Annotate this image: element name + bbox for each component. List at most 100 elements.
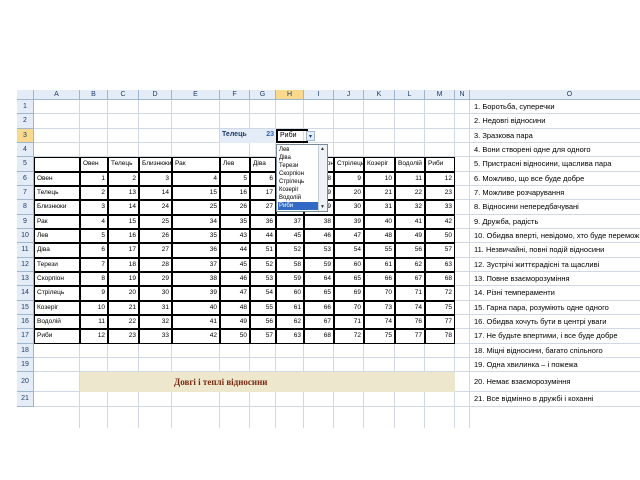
description-item[interactable]: 4. Вони створені одне для одного	[472, 143, 640, 157]
lookup-label[interactable]: Телець	[220, 128, 250, 143]
description-item[interactable]: 2. Недовгі відносини	[472, 114, 640, 128]
table-cell[interactable]: 49	[395, 228, 425, 244]
row-header-11[interactable]: 11	[17, 243, 34, 258]
table-cell[interactable]: 22	[108, 314, 139, 330]
table-cell[interactable]: 5	[220, 171, 250, 186]
table-row-label[interactable]: Лев	[34, 228, 80, 244]
table-cell[interactable]: 50	[220, 329, 250, 344]
description-item[interactable]: 7. Можливе розчарування	[472, 186, 640, 200]
chevron-down-icon[interactable]: ▾	[306, 130, 315, 141]
table-cell[interactable]: 6	[250, 171, 276, 186]
table-row-label[interactable]: Козеріг	[34, 300, 80, 315]
table-cell[interactable]: 62	[395, 257, 425, 272]
table-row-label[interactable]: Водолій	[34, 314, 80, 330]
table-cell[interactable]: 7	[80, 257, 108, 272]
dropdown-option[interactable]: Козеріг	[278, 186, 319, 194]
table-cell[interactable]: 24	[139, 200, 172, 215]
table-cell[interactable]: 63	[276, 329, 304, 344]
result-text[interactable]: Довгі і теплі відносини	[172, 372, 372, 392]
table-cell[interactable]: 70	[334, 300, 364, 315]
table-cell[interactable]: 57	[425, 243, 455, 258]
table-corner-cell[interactable]	[34, 157, 80, 172]
table-cell[interactable]: 65	[304, 286, 334, 301]
table-cell[interactable]: 44	[250, 228, 276, 244]
table-cell[interactable]: 51	[250, 243, 276, 258]
table-cell[interactable]: 40	[172, 300, 220, 315]
table-header-4[interactable]: Рак	[172, 157, 220, 172]
column-header-b[interactable]: B	[80, 90, 108, 100]
table-cell[interactable]: 10	[364, 171, 395, 186]
description-item[interactable]: 20. Немає взаєморозуміння	[472, 372, 640, 392]
table-cell[interactable]: 55	[364, 243, 395, 258]
table-cell[interactable]: 1	[80, 171, 108, 186]
column-header-n[interactable]: N	[455, 90, 470, 100]
table-cell[interactable]: 20	[334, 185, 364, 201]
table-cell[interactable]: 41	[395, 214, 425, 229]
description-item[interactable]: 3. Зразкова пара	[472, 129, 640, 143]
table-cell[interactable]: 60	[334, 257, 364, 272]
table-cell[interactable]: 30	[139, 286, 172, 301]
table-cell[interactable]: 71	[395, 286, 425, 301]
table-cell[interactable]: 53	[250, 271, 276, 287]
table-cell[interactable]: 11	[80, 314, 108, 330]
table-cell[interactable]: 76	[395, 314, 425, 330]
table-cell[interactable]: 67	[304, 314, 334, 330]
table-cell[interactable]: 60	[276, 286, 304, 301]
table-cell[interactable]: 62	[276, 314, 304, 330]
description-item[interactable]: 18. Міцні відносини, багато спільного	[472, 344, 640, 358]
table-cell[interactable]: 45	[220, 257, 250, 272]
table-cell[interactable]: 16	[108, 228, 139, 244]
table-cell[interactable]: 52	[276, 243, 304, 258]
table-cell[interactable]: 6	[80, 243, 108, 258]
table-cell[interactable]: 48	[364, 228, 395, 244]
table-cell[interactable]: 72	[425, 286, 455, 301]
description-item[interactable]: 6. Можливо, що все буде добре	[472, 172, 640, 186]
table-cell[interactable]: 72	[334, 329, 364, 344]
table-cell[interactable]: 28	[139, 257, 172, 272]
table-cell[interactable]: 78	[425, 329, 455, 344]
table-cell[interactable]: 68	[304, 329, 334, 344]
row-header-3[interactable]: 3	[17, 128, 34, 143]
table-cell[interactable]: 58	[276, 257, 304, 272]
table-cell[interactable]: 33	[139, 329, 172, 344]
table-cell[interactable]: 59	[276, 271, 304, 287]
table-cell[interactable]: 14	[108, 200, 139, 215]
table-header-11[interactable]: Водолій	[395, 157, 425, 172]
row-header-13[interactable]: 13	[17, 271, 34, 287]
table-cell[interactable]: 40	[364, 214, 395, 229]
table-cell[interactable]: 71	[334, 314, 364, 330]
table-cell[interactable]: 3	[80, 200, 108, 215]
dropdown-option[interactable]: Скорпіон	[278, 170, 319, 178]
row-header-7[interactable]: 7	[17, 185, 34, 201]
description-item[interactable]: 21. Все відмінно в дружбі і коханні	[472, 392, 640, 406]
description-item[interactable]: 15. Гарна пара, розуміють одне одного	[472, 301, 640, 315]
table-cell[interactable]: 67	[395, 271, 425, 287]
table-cell[interactable]: 26	[139, 228, 172, 244]
column-header-c[interactable]: C	[108, 90, 139, 100]
table-cell[interactable]: 38	[304, 214, 334, 229]
row-header-10[interactable]: 10	[17, 228, 34, 244]
column-header-o[interactable]: O	[470, 90, 640, 100]
table-cell[interactable]: 17	[250, 185, 276, 201]
table-row-label[interactable]: Телець	[34, 185, 80, 201]
column-header-m[interactable]: M	[425, 90, 455, 100]
row-header-1[interactable]: 1	[17, 100, 34, 115]
table-cell[interactable]: 65	[334, 271, 364, 287]
table-cell[interactable]: 61	[276, 300, 304, 315]
table-cell[interactable]: 26	[220, 200, 250, 215]
table-cell[interactable]: 61	[364, 257, 395, 272]
table-cell[interactable]: 30	[334, 200, 364, 215]
lookup-value[interactable]: 23	[250, 128, 276, 143]
table-cell[interactable]: 46	[304, 228, 334, 244]
table-cell[interactable]: 16	[220, 185, 250, 201]
table-cell[interactable]: 77	[395, 329, 425, 344]
table-cell[interactable]: 35	[172, 228, 220, 244]
table-cell[interactable]: 66	[364, 271, 395, 287]
column-header-f[interactable]: F	[220, 90, 250, 100]
table-cell[interactable]: 70	[364, 286, 395, 301]
table-cell[interactable]: 10	[80, 300, 108, 315]
table-cell[interactable]: 77	[425, 314, 455, 330]
table-cell[interactable]: 4	[172, 171, 220, 186]
table-header-12[interactable]: Риби	[425, 157, 455, 172]
table-row-label[interactable]: Діва	[34, 243, 80, 258]
